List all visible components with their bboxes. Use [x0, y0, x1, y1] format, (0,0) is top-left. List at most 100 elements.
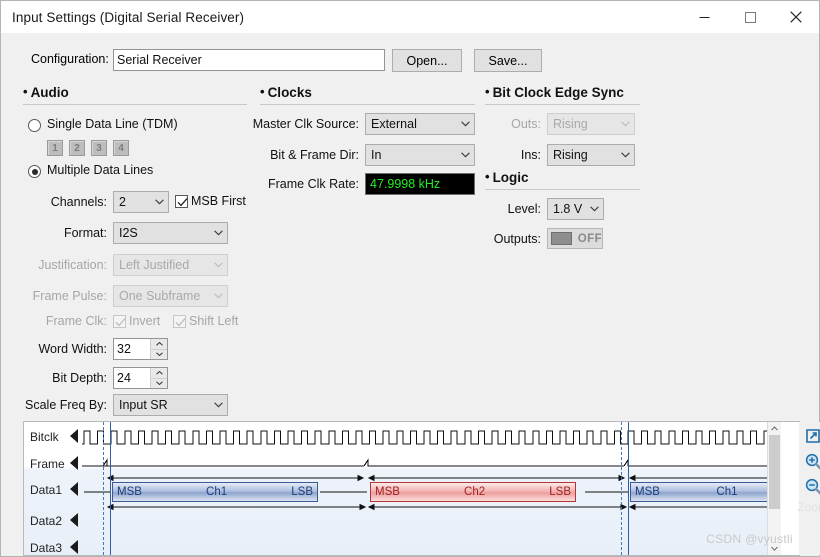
- toggle-knob: [551, 232, 572, 245]
- maximize-icon: [744, 11, 756, 23]
- spin-down-icon[interactable]: [151, 377, 167, 388]
- data-block-channel: Ch2: [464, 486, 486, 498]
- chevron-down-icon: [616, 152, 634, 158]
- ins-select[interactable]: Rising: [547, 144, 635, 166]
- tdm-button-1[interactable]: 1: [47, 140, 63, 156]
- frame-clk-invert-checkbox: [113, 315, 126, 328]
- data2-arrow-icon: [70, 513, 78, 527]
- minimize-icon: [699, 16, 709, 18]
- clocks-group-title: • Clocks: [260, 84, 312, 100]
- tdm-button-3[interactable]: 3: [91, 140, 107, 156]
- configuration-row: Configuration: Open... Save...: [1, 49, 819, 73]
- bit-depth-spin-buttons[interactable]: [150, 368, 167, 388]
- frame-clk-invert-label: Invert: [129, 314, 161, 328]
- scroll-up-icon[interactable]: [768, 422, 781, 435]
- waveform-tools: Zoom: [797, 422, 820, 555]
- scale-freq-by-select[interactable]: Input SR: [113, 394, 228, 416]
- close-button[interactable]: [773, 1, 819, 33]
- waveform-label-frame: Frame: [30, 457, 65, 471]
- chevron-down-icon: [209, 293, 227, 299]
- tdm-button-4[interactable]: 4: [113, 140, 129, 156]
- audio-group-header: • Audio: [23, 84, 247, 105]
- multiple-data-lines-radio[interactable]: [28, 165, 41, 178]
- chevron-down-icon: [209, 402, 227, 408]
- outputs-toggle-state: OFF: [577, 232, 602, 245]
- title-bar: Input Settings (Digital Serial Receiver): [1, 1, 819, 33]
- outs-label: Outs:: [511, 117, 541, 131]
- multiple-data-lines-label: Multiple Data Lines: [47, 163, 154, 177]
- frame-pulse-label: Frame Pulse:: [32, 289, 107, 303]
- word-width-value: 32: [117, 342, 131, 356]
- msb-first-checkbox[interactable]: [175, 195, 188, 208]
- scrollbar-thumb[interactable]: [769, 435, 780, 509]
- bit-depth-stepper[interactable]: 24: [113, 367, 168, 389]
- outputs-toggle[interactable]: OFF: [547, 228, 603, 249]
- waveform-label-data3: Data3: [30, 541, 63, 555]
- frame-arrow-icon: [70, 456, 78, 470]
- bullet-icon: •: [23, 84, 28, 99]
- level-select[interactable]: 1.8 V: [547, 198, 604, 220]
- spin-up-icon[interactable]: [151, 339, 167, 349]
- chevron-down-icon: [150, 199, 168, 205]
- configuration-label: Configuration:: [31, 52, 109, 66]
- waveform-scrollbar[interactable]: [767, 422, 781, 555]
- scroll-down-icon[interactable]: [768, 542, 781, 555]
- maximize-button[interactable]: [727, 1, 773, 33]
- clocks-group-header: • Clocks: [260, 84, 475, 105]
- format-select[interactable]: I2S: [113, 222, 228, 244]
- channels-select[interactable]: 2: [113, 191, 169, 213]
- bullet-icon: •: [485, 169, 490, 184]
- logic-group-title: • Logic: [485, 169, 529, 185]
- zoom-out-icon[interactable]: [804, 477, 820, 499]
- master-clk-source-label: Master Clk Source:: [252, 117, 359, 131]
- frame-clk-shift-left-label: Shift Left: [189, 314, 239, 328]
- spin-up-icon[interactable]: [151, 368, 167, 378]
- minimize-button[interactable]: [681, 1, 727, 33]
- channels-value: 2: [119, 195, 126, 209]
- data-block-msb: MSB: [375, 486, 400, 498]
- configuration-input[interactable]: [113, 49, 385, 71]
- channels-label: Channels:: [50, 195, 107, 209]
- data-block-ch2[interactable]: MSB Ch2 LSB: [370, 482, 576, 502]
- scale-freq-by-label: Scale Freq By:: [25, 398, 107, 412]
- zoom-in-icon[interactable]: [804, 452, 820, 474]
- chevron-down-icon: [209, 230, 227, 236]
- single-data-line-radio[interactable]: [28, 119, 41, 132]
- word-width-spin-buttons[interactable]: [150, 339, 167, 359]
- chevron-down-icon: [209, 262, 227, 268]
- logic-group-rule: [485, 189, 640, 190]
- ins-value: Rising: [553, 148, 588, 162]
- level-value: 1.8 V: [553, 202, 583, 216]
- frame-clk-label: Frame Clk:: [45, 314, 107, 328]
- save-button[interactable]: Save...: [474, 49, 542, 72]
- waveform-label-bitclk: Bitclk: [30, 430, 59, 444]
- bit-clock-edge-sync-rule: [485, 104, 640, 105]
- data-block-ch1-second[interactable]: MSB Ch1: [630, 482, 768, 502]
- outputs-label: Outputs:: [493, 232, 541, 246]
- data-block-msb: MSB: [117, 486, 142, 498]
- tdm-button-2[interactable]: 2: [69, 140, 85, 156]
- bit-frame-dir-label: Bit & Frame Dir:: [270, 148, 359, 162]
- cursor-line-start-dashed[interactable]: [103, 422, 104, 555]
- frame-pulse-select: One Subframe: [113, 285, 228, 307]
- audio-group-rule: [23, 104, 247, 105]
- waveform-canvas[interactable]: MSB Ch1 LSB MSB Ch2 LSB MSB Ch1 Bitclk F…: [24, 422, 768, 555]
- cursor-line-end-dashed[interactable]: [621, 422, 622, 555]
- data-block-ch1-first[interactable]: MSB Ch1 LSB: [112, 482, 318, 502]
- frame-pulse-value: One Subframe: [119, 289, 201, 303]
- bit-depth-value: 24: [117, 371, 131, 385]
- cursor-line-end-solid[interactable]: [628, 422, 629, 555]
- data-block-channel: Ch1: [206, 486, 228, 498]
- word-width-stepper[interactable]: 32: [113, 338, 168, 360]
- format-value: I2S: [119, 226, 138, 240]
- clocks-group-rule: [260, 104, 475, 105]
- open-button[interactable]: Open...: [392, 49, 462, 72]
- cursor-line-start-solid[interactable]: [110, 422, 111, 555]
- chevron-down-icon: [585, 206, 603, 212]
- frame-clk-rate-readout: 47.9998 kHz: [365, 173, 475, 195]
- justification-select: Left Justified: [113, 254, 228, 276]
- spin-down-icon[interactable]: [151, 348, 167, 359]
- popout-icon[interactable]: [804, 427, 820, 449]
- format-label: Format:: [63, 226, 107, 240]
- msb-first-label: MSB First: [191, 194, 246, 208]
